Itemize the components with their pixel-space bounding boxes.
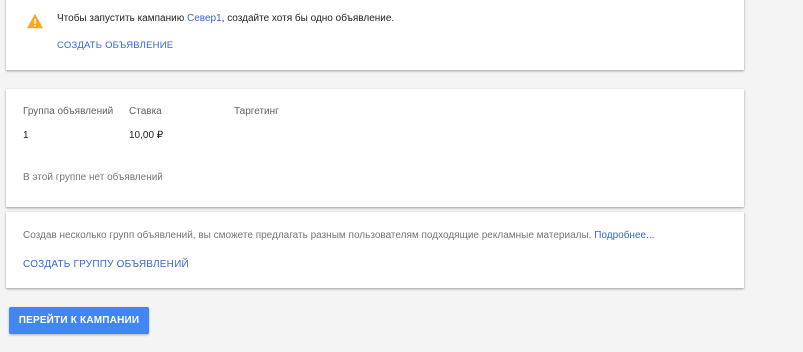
campaign-name-link[interactable]: Север1 bbox=[187, 13, 222, 24]
ad-group-bid-cell[interactable]: 10,00 ₽ bbox=[129, 130, 163, 141]
ad-groups-table-card: Группа объявлений Ставка Таргетинг 1 10,… bbox=[6, 89, 744, 207]
info-card: Создав несколько групп объявлений, вы см… bbox=[6, 212, 744, 288]
warning-message: Чтобы запустить кампанию Север1, создайт… bbox=[57, 13, 394, 24]
warning-card: Чтобы запустить кампанию Север1, создайт… bbox=[6, 0, 744, 70]
go-to-campaign-button[interactable]: ПЕРЕЙТИ К КАМПАНИИ bbox=[9, 307, 149, 334]
info-text: Создав несколько групп объявлений, вы см… bbox=[23, 230, 595, 241]
column-header-group[interactable]: Группа объявлений bbox=[23, 106, 113, 117]
learn-more-link[interactable]: Подробнее... bbox=[594, 230, 654, 241]
ad-group-name-cell[interactable]: 1 bbox=[23, 130, 29, 141]
no-ads-message: В этой группе нет объявлений bbox=[23, 172, 163, 183]
warning-text-after: , создайте хотя бы одно объявление. bbox=[221, 13, 395, 24]
create-ad-group-button[interactable]: СОЗДАТЬ ГРУППУ ОБЪЯВЛЕНИЙ bbox=[23, 259, 189, 270]
info-message: Создав несколько групп объявлений, вы см… bbox=[23, 230, 654, 241]
create-ad-button[interactable]: СОЗДАТЬ ОБЪЯВЛЕНИЕ bbox=[57, 40, 173, 51]
warning-icon bbox=[27, 13, 43, 29]
column-header-bid[interactable]: Ставка bbox=[129, 106, 162, 117]
column-header-targeting[interactable]: Таргетинг bbox=[234, 106, 279, 117]
warning-text-before: Чтобы запустить кампанию bbox=[57, 13, 187, 24]
